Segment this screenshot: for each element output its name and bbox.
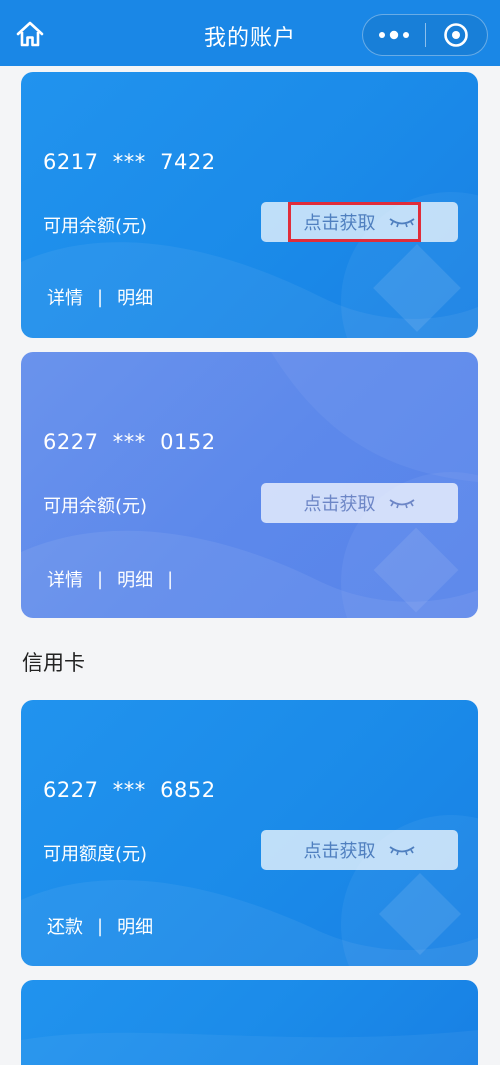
close-miniprogram-button[interactable] — [425, 15, 487, 55]
fetch-balance-button[interactable]: 点击获取 — [261, 483, 458, 523]
eye-closed-icon — [388, 218, 415, 228]
home-icon — [16, 21, 44, 47]
link-divider: | — [97, 915, 104, 937]
card-number: 6217 *** 7422 — [43, 150, 216, 174]
balance-label: 可用余额(元) — [43, 216, 148, 237]
fetch-balance-label: 点击获取 — [303, 213, 376, 234]
fetch-balance-label: 点击获取 — [303, 494, 376, 515]
details-link[interactable]: 详情 — [47, 566, 83, 592]
transactions-link[interactable]: 明细 — [117, 913, 153, 939]
eye-closed-icon — [388, 499, 415, 509]
more-button[interactable] — [363, 15, 425, 55]
card-number: 6227 *** 0152 — [43, 430, 216, 454]
card-wave-decoration — [21, 1030, 478, 1065]
fetch-limit-button[interactable]: 点击获取 — [261, 830, 458, 870]
eye-closed-icon — [388, 846, 415, 856]
credit-card-1[interactable]: 6227 *** 6852 可用额度(元) 点击获取 还款 | 明细 — [21, 700, 478, 966]
capsule-menu — [362, 14, 488, 56]
fetch-limit-label: 点击获取 — [303, 841, 376, 862]
more-dots-icon — [378, 30, 409, 40]
credit-card-section-title: 信用卡 — [22, 651, 85, 675]
credit-card-2-partial[interactable] — [21, 980, 478, 1065]
card-links: 详情 | 明细 — [47, 284, 153, 310]
credit-limit-label: 可用额度(元) — [43, 844, 148, 865]
debit-card-2[interactable]: 6227 *** 0152 可用余额(元) 点击获取 详情 | 明细 | — [21, 352, 478, 618]
card-number: 6227 *** 6852 — [43, 778, 216, 802]
link-divider: | — [97, 286, 104, 308]
fetch-balance-button[interactable]: 点击获取 — [261, 202, 458, 242]
top-bar: 我的账户 — [0, 0, 500, 66]
target-close-icon — [444, 23, 469, 47]
balance-label: 可用余额(元) — [43, 496, 148, 517]
home-button[interactable] — [14, 18, 46, 50]
link-divider: | — [167, 568, 174, 590]
transactions-link[interactable]: 明细 — [117, 284, 153, 310]
card-links: 详情 | 明细 | — [47, 566, 187, 592]
debit-card-1[interactable]: 6217 *** 7422 可用余额(元) 点击获取 详情 | 明细 — [21, 72, 478, 338]
link-divider: | — [97, 568, 104, 590]
repay-link[interactable]: 还款 — [47, 913, 83, 939]
card-links: 还款 | 明细 — [47, 913, 153, 939]
details-link[interactable]: 详情 — [47, 284, 83, 310]
transactions-link[interactable]: 明细 — [117, 566, 153, 592]
